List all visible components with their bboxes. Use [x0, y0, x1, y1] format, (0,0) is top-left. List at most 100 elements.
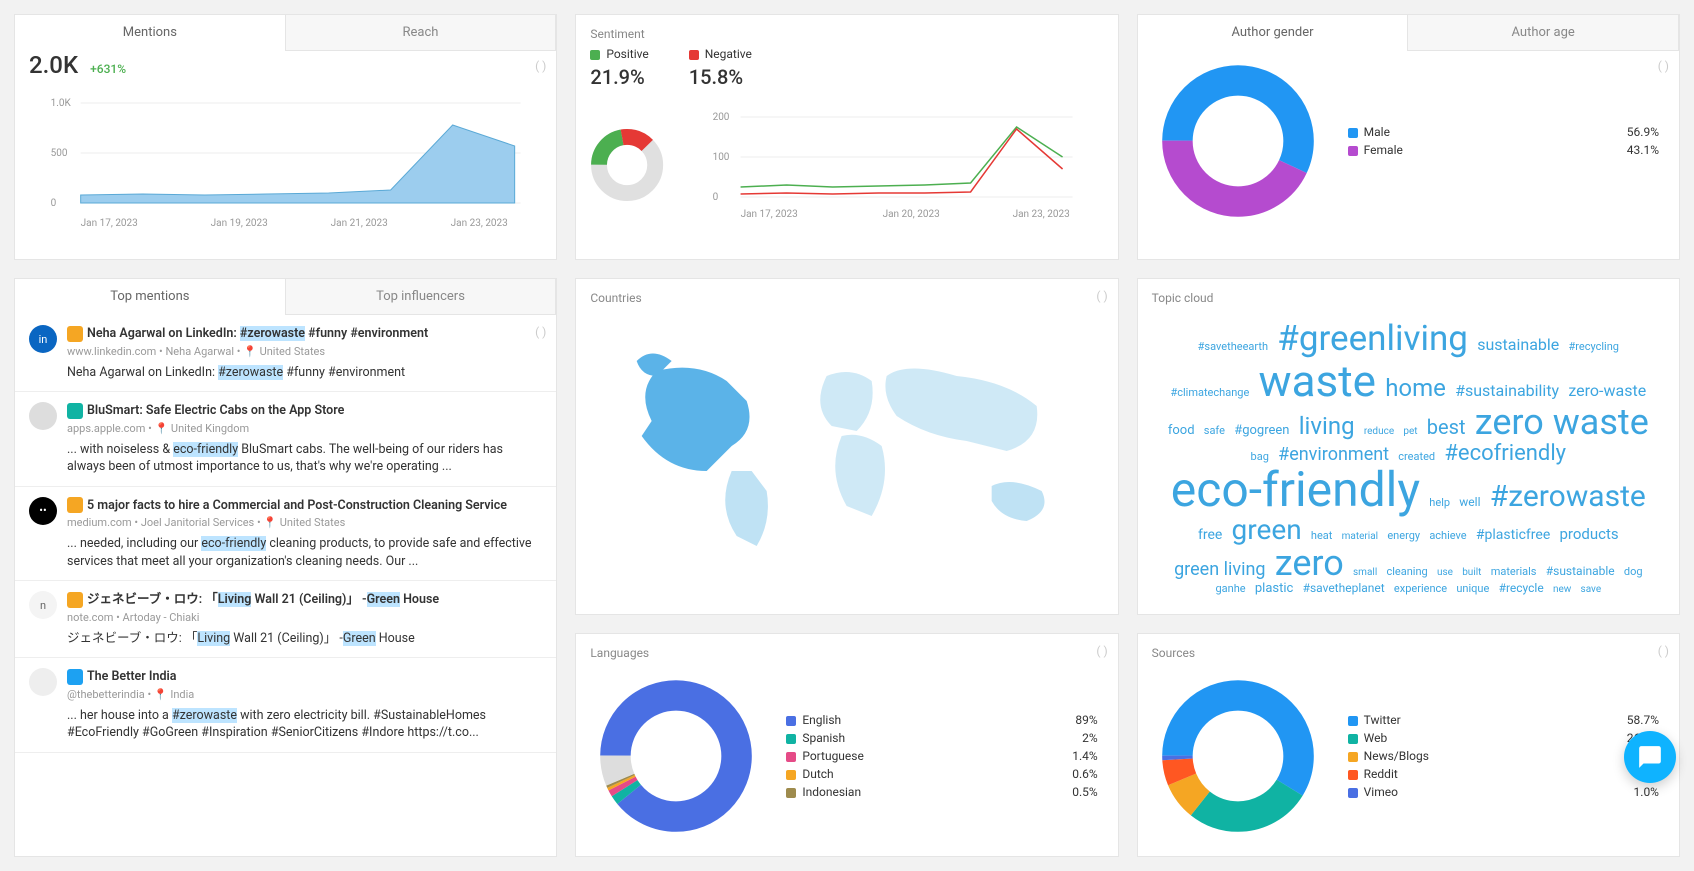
mention-title: BluSmart: Safe Electric Cabs on the App … [67, 402, 542, 420]
legend-item: Spanish2% [786, 731, 1097, 745]
legend-item: Portuguese1.4% [786, 749, 1097, 763]
topic-tag[interactable]: #zerowaste [1487, 481, 1649, 513]
topic-tag[interactable]: achieve [1426, 530, 1469, 542]
topic-tag[interactable]: living [1296, 414, 1358, 439]
topic-tag[interactable]: eco-friendly [1168, 465, 1423, 515]
world-map[interactable] [586, 321, 1107, 561]
loading-icon: ( ) [1658, 59, 1669, 73]
topic-tag[interactable]: #recycling [1565, 341, 1621, 353]
mentions-card: Mentions Reach ( ) 2.0K +631% 1.0K 500 0… [14, 14, 557, 260]
source-badge-icon [67, 592, 83, 608]
topic-tag[interactable]: #plasticfree [1473, 528, 1553, 543]
topic-tag[interactable]: zero-waste [1565, 383, 1649, 400]
sentiment-line-chart: 200 100 0 Jan 17, 2023 Jan 20, 2023 Jan … [681, 105, 1104, 225]
negative-pct: 15.8% [689, 65, 752, 89]
topic-tag[interactable]: new [1550, 585, 1574, 596]
topic-tag[interactable]: use [1434, 568, 1456, 579]
svg-text:1.0K: 1.0K [51, 98, 72, 109]
tab-author-gender[interactable]: Author gender [1138, 15, 1408, 51]
topic-tag[interactable]: #sustainable [1543, 565, 1618, 578]
topic-tag[interactable]: plastic [1252, 582, 1296, 596]
topic-tag[interactable]: sustainable [1474, 337, 1562, 354]
topic-tag[interactable]: cleaning [1383, 566, 1430, 578]
topic-tag[interactable]: built [1459, 568, 1484, 579]
mention-meta: note.com • Artoday - Chiaki [67, 611, 542, 624]
mention-title: Neha Agarwal on LinkedIn: #zerowaste #fu… [67, 325, 542, 343]
sources-title: Sources [1138, 634, 1679, 666]
topic-tag[interactable]: green living [1171, 561, 1268, 580]
sentiment-donut [590, 120, 664, 210]
topic-tag[interactable]: #ecofriendly [1441, 442, 1569, 465]
source-badge-icon [67, 669, 83, 685]
gender-card: Author gender Author age ( ) Male56.9%Fe… [1137, 14, 1680, 260]
list-item[interactable]: The Better India @thebetterindia • 📍 Ind… [15, 658, 556, 753]
source-avatar [29, 668, 57, 696]
mention-snippet: ... her house into a #zerowaste with zer… [67, 707, 542, 742]
topic-tag[interactable]: food [1165, 424, 1198, 438]
topic-tag[interactable]: home [1382, 376, 1449, 401]
list-item[interactable]: ( ) in Neha Agarwal on LinkedIn: #zerowa… [15, 315, 556, 392]
mention-meta: apps.apple.com • 📍 United Kingdom [67, 422, 542, 435]
topic-tag[interactable]: help [1426, 497, 1453, 509]
svg-text:Jan 17, 2023: Jan 17, 2023 [740, 209, 797, 220]
mentions-area-chart: 1.0K 500 0 Jan 17, 2023 Jan 19, 2023 Jan… [29, 91, 542, 241]
legend-item: English89% [786, 713, 1097, 727]
chat-button[interactable] [1624, 731, 1676, 783]
topic-tag[interactable]: #gogreen [1231, 424, 1292, 438]
sentiment-card: Sentiment Positive 21.9% Negative 15.8% … [575, 14, 1118, 260]
topic-cloud[interactable]: #savetheearth #greenliving sustainable #… [1138, 311, 1679, 614]
topic-tag[interactable]: green [1229, 515, 1305, 544]
tab-author-age[interactable]: Author age [1407, 15, 1679, 51]
legend-item: Female43.1% [1348, 143, 1659, 157]
topic-tag[interactable]: ganhe [1212, 583, 1248, 595]
topic-tag[interactable]: pet [1400, 427, 1420, 438]
countries-card: Countries ( ) [575, 278, 1118, 615]
topic-tag[interactable]: experience [1391, 583, 1450, 595]
topic-tag[interactable]: products [1557, 527, 1622, 543]
topic-tag[interactable]: zero waste [1472, 404, 1652, 442]
topic-tag[interactable]: save [1578, 585, 1605, 596]
topic-tag[interactable]: well [1456, 496, 1483, 509]
topic-tag[interactable]: #sustainability [1452, 383, 1562, 400]
svg-text:0: 0 [51, 198, 57, 209]
list-item[interactable]: n ジェネビーブ・ロウ: 「Living Wall 21 (Ceiling)」 … [15, 581, 556, 658]
topic-tag[interactable]: #climatechange [1167, 387, 1252, 399]
legend-item: Vimeo1.0% [1348, 785, 1659, 799]
mention-title: ジェネビーブ・ロウ: 「Living Wall 21 (Ceiling)」 -G… [67, 591, 542, 609]
list-item[interactable]: BluSmart: Safe Electric Cabs on the App … [15, 392, 556, 487]
topic-tag[interactable]: heat [1308, 530, 1335, 542]
mention-meta: medium.com • Joel Janitorial Services • … [67, 516, 542, 529]
topic-tag[interactable]: #savetheearth [1195, 341, 1271, 353]
svg-text:Jan 23, 2023: Jan 23, 2023 [451, 218, 508, 229]
source-avatar: in [29, 325, 57, 353]
tab-top-mentions[interactable]: Top mentions [15, 279, 285, 315]
topic-tag[interactable]: material [1339, 532, 1381, 543]
topic-tag[interactable]: best [1424, 417, 1469, 438]
topic-tag[interactable]: dog [1621, 566, 1646, 578]
topic-tag[interactable]: reduce [1361, 427, 1397, 438]
svg-text:Jan 19, 2023: Jan 19, 2023 [211, 218, 268, 229]
svg-text:500: 500 [51, 148, 68, 159]
positive-pct: 21.9% [590, 65, 648, 89]
list-item[interactable]: •• 5 major facts to hire a Commercial an… [15, 487, 556, 582]
source-badge-icon [67, 497, 83, 513]
tab-top-influencers[interactable]: Top influencers [285, 279, 557, 315]
topic-tag[interactable]: #greenliving [1274, 321, 1471, 358]
topic-tag[interactable]: unique [1453, 583, 1492, 595]
languages-title: Languages [576, 634, 1117, 666]
svg-text:Jan 23, 2023: Jan 23, 2023 [1012, 209, 1069, 220]
loading-icon: ( ) [1096, 289, 1107, 303]
topic-tag[interactable]: energy [1384, 530, 1423, 542]
topic-tag[interactable]: #savetheplanet [1300, 582, 1388, 595]
sentiment-title: Sentiment [576, 15, 1117, 47]
tab-mentions[interactable]: Mentions [15, 15, 285, 51]
topic-tag[interactable]: zero [1272, 545, 1347, 583]
topic-tag[interactable]: free [1195, 528, 1225, 543]
topic-tag[interactable]: small [1350, 568, 1380, 579]
tab-reach[interactable]: Reach [285, 15, 557, 51]
mention-snippet: ジェネビーブ・ロウ: 「Living Wall 21 (Ceiling)」 -G… [67, 630, 542, 648]
topic-tag[interactable]: safe [1201, 425, 1228, 437]
topic-tag[interactable]: materials [1488, 566, 1540, 578]
topic-tag[interactable]: waste [1256, 358, 1379, 404]
topic-tag[interactable]: #recycle [1496, 582, 1547, 595]
